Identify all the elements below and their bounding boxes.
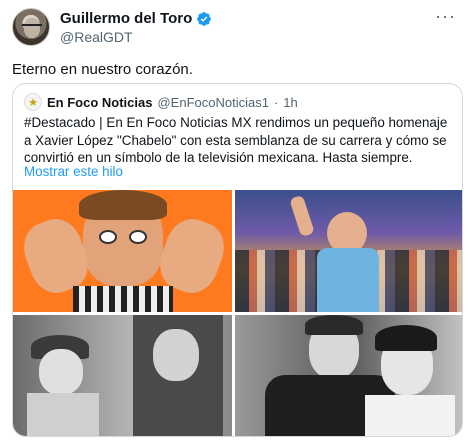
quoted-tweet-time[interactable]: 1h <box>283 95 297 110</box>
media-grid <box>13 190 462 436</box>
quoted-author-avatar[interactable]: ★ <box>24 93 42 111</box>
quoted-tweet[interactable]: ★ En Foco Noticias @EnFocoNoticias1 · 1h… <box>12 83 463 437</box>
show-thread-link[interactable]: Mostrar este hilo <box>24 164 123 179</box>
separator-dot: · <box>273 94 279 110</box>
quoted-author-name[interactable]: En Foco Noticias <box>47 95 152 110</box>
tweet-text: Eterno en nuestro corazón. <box>12 61 193 78</box>
media-photo-1[interactable] <box>13 190 232 312</box>
author-avatar[interactable] <box>12 8 50 46</box>
quoted-author-handle[interactable]: @EnFocoNoticias1 <box>157 95 268 110</box>
quoted-tweet-text: #Destacado | En En Foco Noticias MX rend… <box>24 115 448 165</box>
quoted-tweet-header: ★ En Foco Noticias @EnFocoNoticias1 · 1h <box>24 93 298 111</box>
verified-badge-icon <box>197 11 212 26</box>
author-name-row: Guillermo del Toro <box>60 10 212 27</box>
author-handle[interactable]: @RealGDT <box>60 29 133 45</box>
media-photo-4[interactable] <box>235 315 462 436</box>
tweet[interactable]: Guillermo del Toro @RealGDT ··· Eterno e… <box>0 0 474 442</box>
author-display-name[interactable]: Guillermo del Toro <box>60 10 192 27</box>
media-photo-2[interactable] <box>235 190 462 312</box>
more-options-icon[interactable]: ··· <box>435 6 456 27</box>
media-photo-3[interactable] <box>13 315 232 436</box>
